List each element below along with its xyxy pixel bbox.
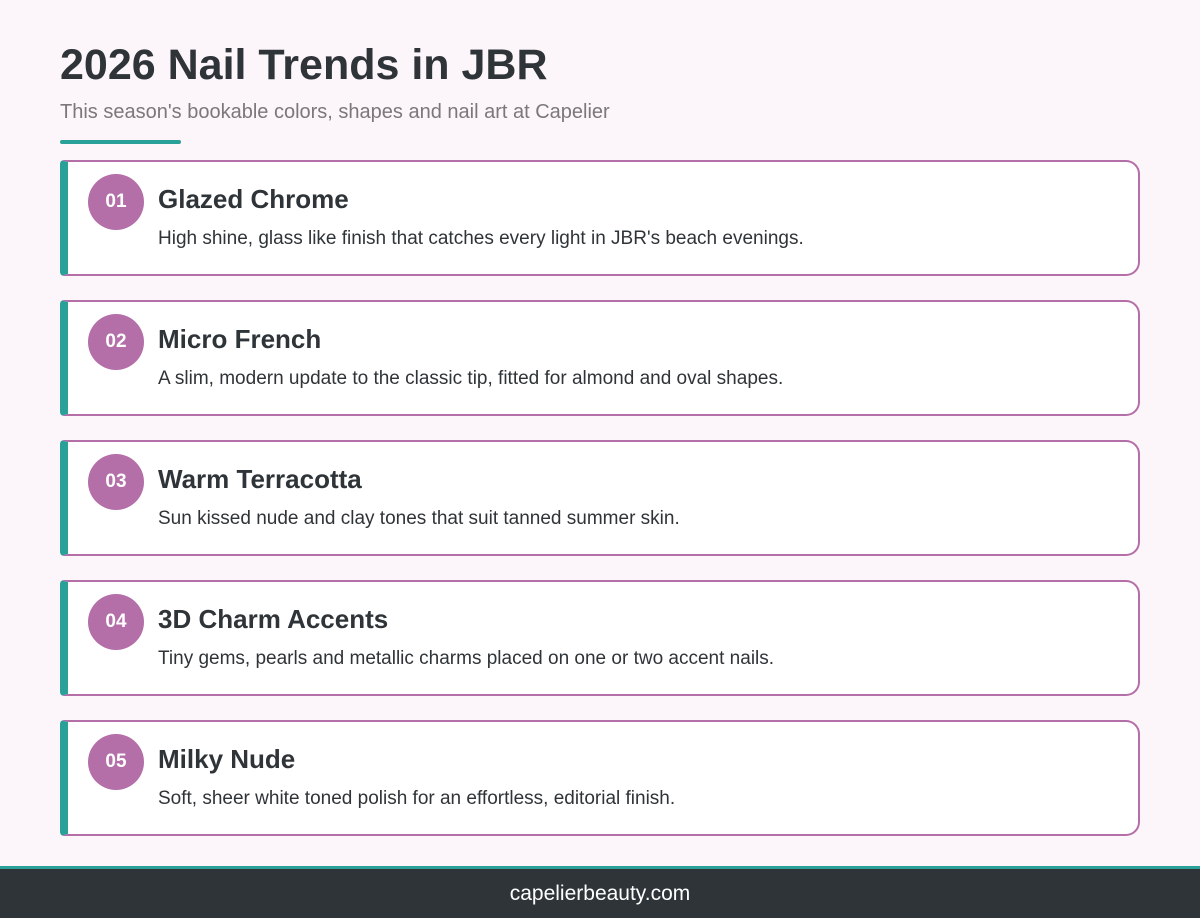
trend-number-badge: 01 [88, 174, 144, 230]
trend-card: 03 Warm Terracotta Sun kissed nude and c… [60, 440, 1140, 556]
trend-number-badge: 05 [88, 734, 144, 790]
trend-list: 01 Glazed Chrome High shine, glass like … [60, 160, 1140, 860]
page-subtitle: This season's bookable colors, shapes an… [60, 101, 610, 123]
trend-card: 05 Milky Nude Soft, sheer white toned po… [60, 720, 1140, 836]
trend-name: Micro French [158, 324, 322, 354]
trend-description: Tiny gems, pearls and metallic charms pl… [158, 648, 775, 669]
page-title: 2026 Nail Trends in JBR [60, 41, 548, 89]
trend-card: 01 Glazed Chrome High shine, glass like … [60, 160, 1140, 276]
trend-number-badge: 02 [88, 314, 144, 370]
trend-card: 04 3D Charm Accents Tiny gems, pearls an… [60, 580, 1140, 696]
trend-name: Warm Terracotta [158, 464, 362, 494]
footer-website-link[interactable]: capelierbeauty.com [510, 882, 691, 906]
trend-name: Milky Nude [158, 744, 296, 774]
title-underline [60, 140, 181, 144]
trend-description: Sun kissed nude and clay tones that suit… [158, 508, 680, 529]
footer: capelierbeauty.com [0, 866, 1200, 918]
trend-name: Glazed Chrome [158, 184, 349, 214]
trend-description: High shine, glass like finish that catch… [158, 228, 804, 249]
trend-name: 3D Charm Accents [158, 604, 389, 634]
trend-card: 02 Micro French A slim, modern update to… [60, 300, 1140, 416]
trend-description: A slim, modern update to the classic tip… [158, 368, 784, 389]
trend-number-badge: 03 [88, 454, 144, 510]
trend-description: Soft, sheer white toned polish for an ef… [158, 788, 676, 809]
trend-number-badge: 04 [88, 594, 144, 650]
